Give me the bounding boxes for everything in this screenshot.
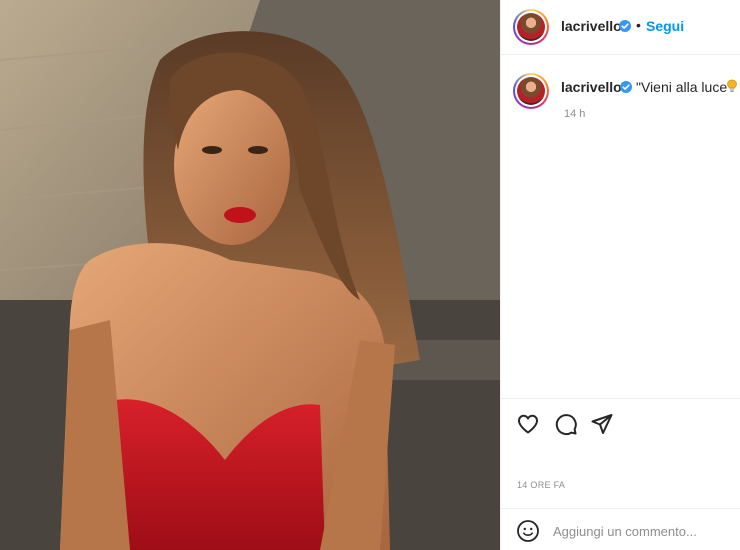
post-side-panel: lacrivello • Segui lacrivello "Vieni all…: [500, 0, 740, 550]
comment-bubble-icon[interactable]: [554, 412, 578, 436]
avatar[interactable]: [513, 9, 549, 45]
heart-icon[interactable]: [516, 412, 540, 436]
verified-badge-icon: [619, 20, 631, 32]
emoji-smiley-icon[interactable]: [516, 519, 540, 543]
comment-input[interactable]: [553, 519, 733, 543]
post-photo[interactable]: [0, 0, 500, 550]
paper-plane-icon[interactable]: [590, 412, 614, 436]
comment-username[interactable]: lacrivello: [561, 79, 622, 95]
comment-avatar[interactable]: [513, 73, 549, 109]
header-username[interactable]: lacrivello: [561, 18, 622, 34]
comment-box: [501, 508, 740, 550]
comment-age[interactable]: 14 h: [564, 108, 585, 120]
post-timestamp[interactable]: 14 ORE FA: [517, 480, 565, 490]
post-header: lacrivello • Segui: [501, 0, 740, 55]
header-separator: •: [636, 17, 641, 33]
verified-badge-icon: [620, 81, 632, 93]
light-bulb-icon: [727, 79, 737, 92]
follow-button[interactable]: Segui: [646, 18, 684, 34]
caption-text: "Vieni alla luce": [636, 79, 733, 95]
post-photo-illustration: [0, 0, 500, 550]
action-bar: [501, 398, 740, 448]
